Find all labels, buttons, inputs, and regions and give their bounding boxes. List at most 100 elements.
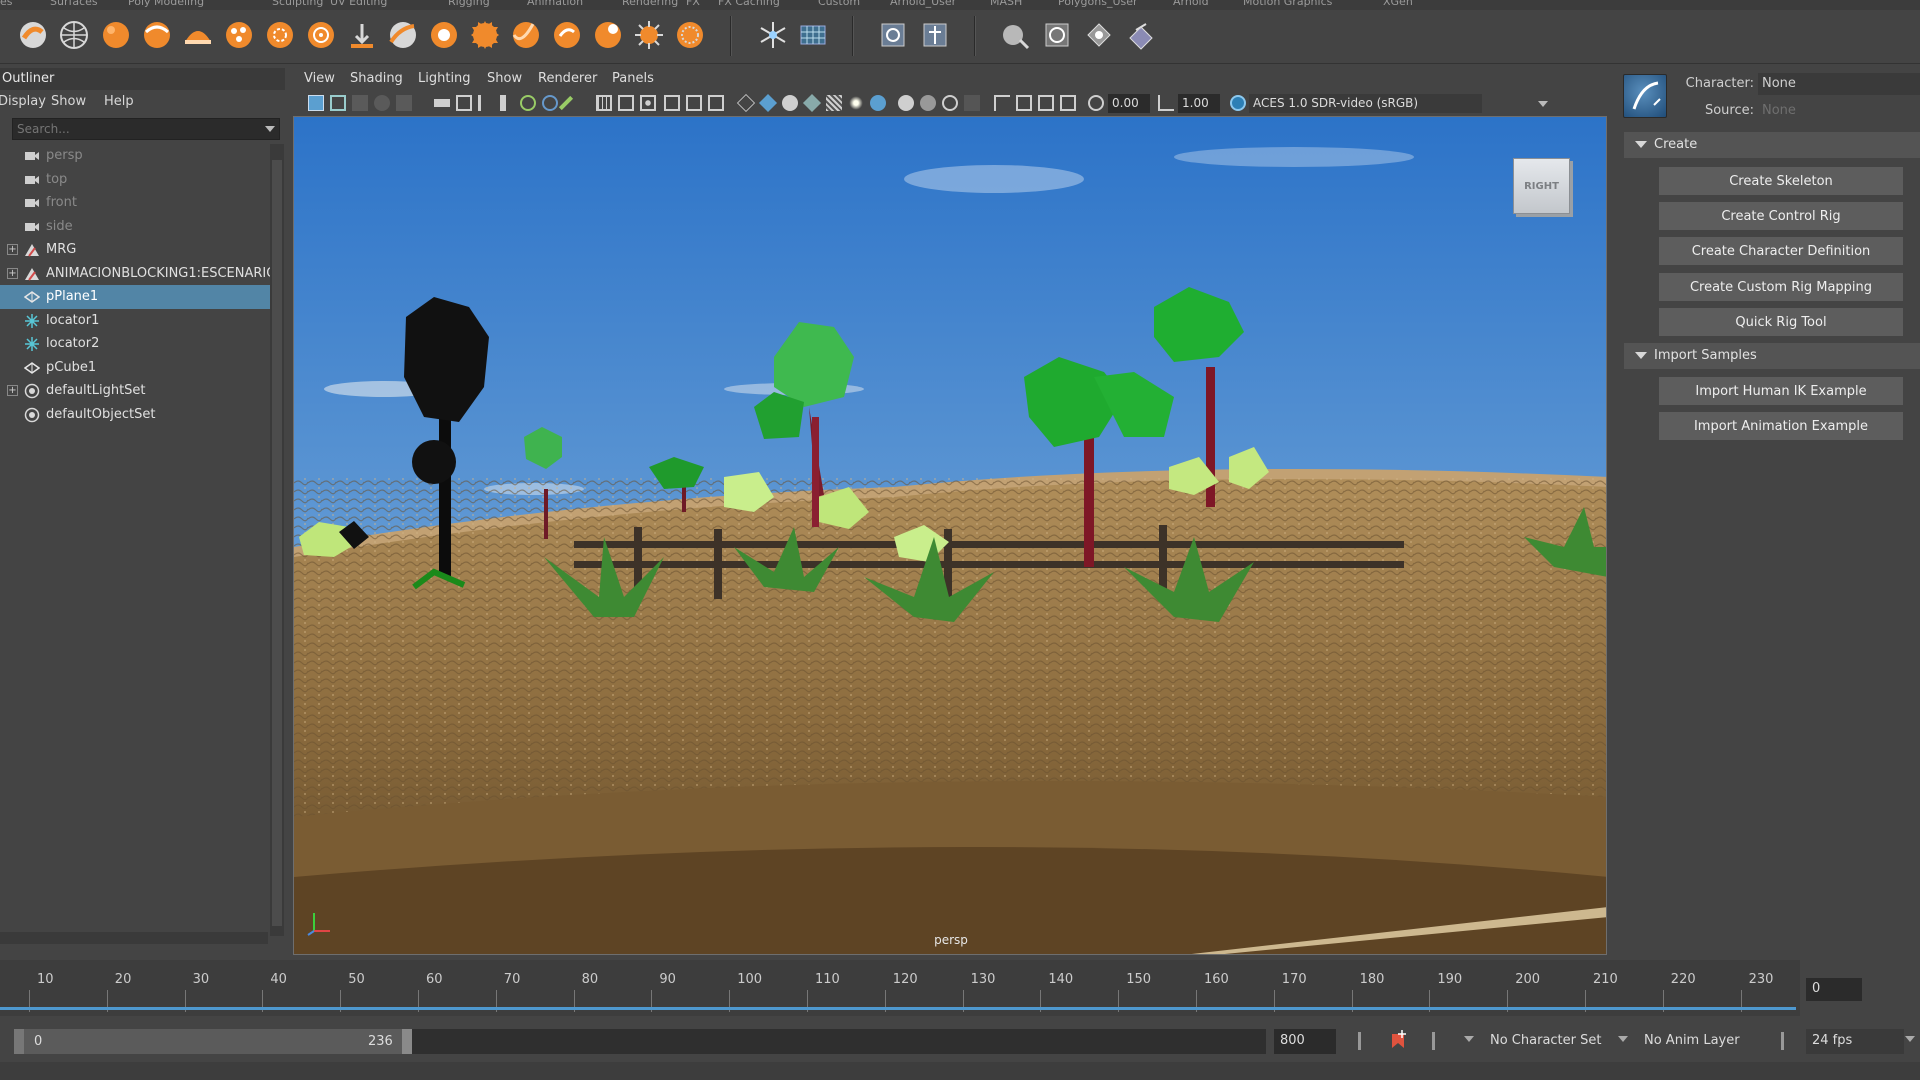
- outliner-item-defaultobjectset[interactable]: defaultObjectSet: [0, 403, 270, 427]
- character-set-chevron-down-icon[interactable]: [1464, 1036, 1474, 1042]
- outliner-item-front[interactable]: front: [0, 191, 270, 215]
- outliner-horizontal-scrollbar[interactable]: [0, 932, 268, 944]
- film-gate-icon[interactable]: [434, 99, 450, 107]
- pencil-icon[interactable]: [558, 95, 574, 111]
- outliner-item-persp[interactable]: persp: [0, 144, 270, 168]
- viewport-menu-renderer[interactable]: Renderer: [538, 71, 597, 86]
- blend-shape-icon[interactable]: [1124, 18, 1158, 52]
- viewport-menu-show[interactable]: Show: [487, 71, 522, 86]
- smooth-tool-icon[interactable]: [57, 18, 91, 52]
- mesh-display-icon[interactable]: [876, 18, 910, 52]
- xray-joints-icon[interactable]: [686, 95, 702, 111]
- expand-plus-icon[interactable]: +: [7, 244, 18, 255]
- wireframe-icon[interactable]: [736, 93, 756, 113]
- outliner-item-side[interactable]: side: [0, 215, 270, 239]
- mask-icon[interactable]: [1040, 18, 1074, 52]
- frame-selection-icon[interactable]: [1038, 95, 1054, 111]
- outliner-item-defaultlightset[interactable]: + defaultLightSet: [0, 379, 270, 403]
- shelf-tab[interactable]: FX: [686, 0, 700, 8]
- resolution-icon[interactable]: [1016, 95, 1032, 111]
- imprint-tool-icon[interactable]: [386, 18, 420, 52]
- amplify-tool-icon[interactable]: [673, 18, 707, 52]
- sculpt-mesh-icon[interactable]: [998, 18, 1032, 52]
- scrape-tool-icon[interactable]: [468, 18, 502, 52]
- sculpt-tool-icon[interactable]: [16, 18, 50, 52]
- shelf-tab[interactable]: Polygons_User: [1058, 0, 1138, 8]
- expand-plus-icon[interactable]: +: [7, 385, 18, 396]
- create-control-rig-button[interactable]: Create Control Rig: [1659, 202, 1903, 230]
- outliner-menu-show[interactable]: Show: [51, 94, 86, 109]
- viewport-menu-panels[interactable]: Panels: [612, 71, 654, 86]
- ambient-occlusion-icon[interactable]: [898, 95, 914, 111]
- outliner-search-input[interactable]: [13, 119, 253, 139]
- multisample-aa-icon[interactable]: [942, 95, 958, 111]
- create-custom-rig-mapping-button[interactable]: Create Custom Rig Mapping: [1659, 273, 1903, 301]
- gamma-field[interactable]: 1.00: [1178, 94, 1220, 113]
- bookmarks-icon[interactable]: [352, 95, 368, 111]
- shelf-tab[interactable]: Rendering: [622, 0, 678, 8]
- safe-title-icon[interactable]: [542, 95, 558, 111]
- gate-mask-icon[interactable]: [478, 95, 494, 111]
- shelf-tab[interactable]: FX Caching: [718, 0, 780, 8]
- shelf-tab[interactable]: Sculpting: [272, 0, 323, 8]
- texture-deformer-icon[interactable]: [1082, 18, 1116, 52]
- spray-tool-icon[interactable]: [304, 18, 338, 52]
- select-camera-icon[interactable]: [308, 95, 324, 111]
- search-options-chevron-down-icon[interactable]: [265, 126, 275, 132]
- 2d-pan-zoom-icon[interactable]: [396, 95, 412, 111]
- outliner-item-escenario[interactable]: + ANIMACIONBLOCKING1:ESCENARIO: [0, 262, 277, 286]
- exposure-field[interactable]: 0.00: [1108, 94, 1150, 113]
- exposure-icon[interactable]: [1088, 95, 1104, 111]
- shelf-tab[interactable]: UV Editing: [330, 0, 387, 8]
- outliner-item-locator1[interactable]: locator1: [0, 309, 270, 333]
- resolution-gate-icon[interactable]: [456, 95, 472, 111]
- scrollbar-thumb[interactable]: [272, 160, 282, 926]
- source-dropdown[interactable]: None: [1758, 100, 1920, 122]
- color-space-dropdown[interactable]: ACES 1.0 SDR-video (sRGB): [1249, 94, 1482, 113]
- gamma-icon[interactable]: [1158, 95, 1174, 111]
- wireframe-on-shaded-icon[interactable]: [802, 93, 822, 113]
- wax-tool-icon[interactable]: [427, 18, 461, 52]
- grab-tool-icon[interactable]: [140, 18, 174, 52]
- shelf-tab[interactable]: es: [0, 0, 13, 8]
- xray-icon[interactable]: [664, 95, 680, 111]
- pinch-tool-icon[interactable]: [181, 18, 215, 52]
- color-space-chevron-down-icon[interactable]: [1538, 101, 1548, 107]
- shelf-tab[interactable]: Custom: [818, 0, 860, 8]
- view-cube[interactable]: RIGHT: [1513, 158, 1570, 214]
- outliner-item-pcube1[interactable]: pCube1: [0, 356, 270, 380]
- outliner-menu-display[interactable]: Display: [0, 94, 46, 109]
- use-all-lights-icon[interactable]: [848, 95, 864, 111]
- shelf-tab[interactable]: XGen: [1383, 0, 1413, 8]
- outliner-item-pplane1[interactable]: pPlane1: [0, 285, 270, 309]
- character-dropdown[interactable]: None: [1758, 73, 1920, 95]
- freeze-tool-icon[interactable]: [756, 18, 790, 52]
- anim-layer-chevron-down-icon[interactable]: [1618, 1036, 1628, 1042]
- range-slider[interactable]: 0 236: [14, 1029, 1266, 1054]
- image-plane-icon[interactable]: [374, 95, 390, 111]
- frame-rate-chevron-down-icon[interactable]: [1905, 1036, 1915, 1042]
- xray-active-icon[interactable]: [708, 95, 724, 111]
- heads-up-display-icon[interactable]: [618, 95, 634, 111]
- shelf-tab[interactable]: Rigging: [448, 0, 490, 8]
- shelf-tab[interactable]: Arnold_User: [890, 0, 956, 8]
- color-management-icon[interactable]: [1230, 95, 1246, 111]
- flatten-tool-icon[interactable]: [222, 18, 256, 52]
- create-section-header[interactable]: Create: [1624, 132, 1920, 158]
- grid-icon[interactable]: [596, 95, 612, 111]
- shadows-icon[interactable]: [870, 95, 886, 111]
- current-frame-field[interactable]: 0: [1806, 978, 1862, 1001]
- bulge-tool-icon[interactable]: [632, 18, 666, 52]
- create-character-definition-button[interactable]: Create Character Definition: [1659, 237, 1903, 265]
- outliner-item-locator2[interactable]: locator2: [0, 332, 270, 356]
- import-samples-section-header[interactable]: Import Samples: [1624, 343, 1920, 369]
- fill-tool-icon[interactable]: [509, 18, 543, 52]
- isolate-select-icon[interactable]: [640, 95, 656, 111]
- foamy-tool-icon[interactable]: [263, 18, 297, 52]
- import-animation-example-button[interactable]: Import Animation Example: [1659, 412, 1903, 440]
- shelf-tab[interactable]: Surfaces: [50, 0, 98, 8]
- textured-icon[interactable]: [826, 95, 842, 111]
- camera-attributes-icon[interactable]: [330, 95, 346, 111]
- quick-rig-tool-button[interactable]: Quick Rig Tool: [1659, 308, 1903, 336]
- repeat-tool-icon[interactable]: [345, 18, 379, 52]
